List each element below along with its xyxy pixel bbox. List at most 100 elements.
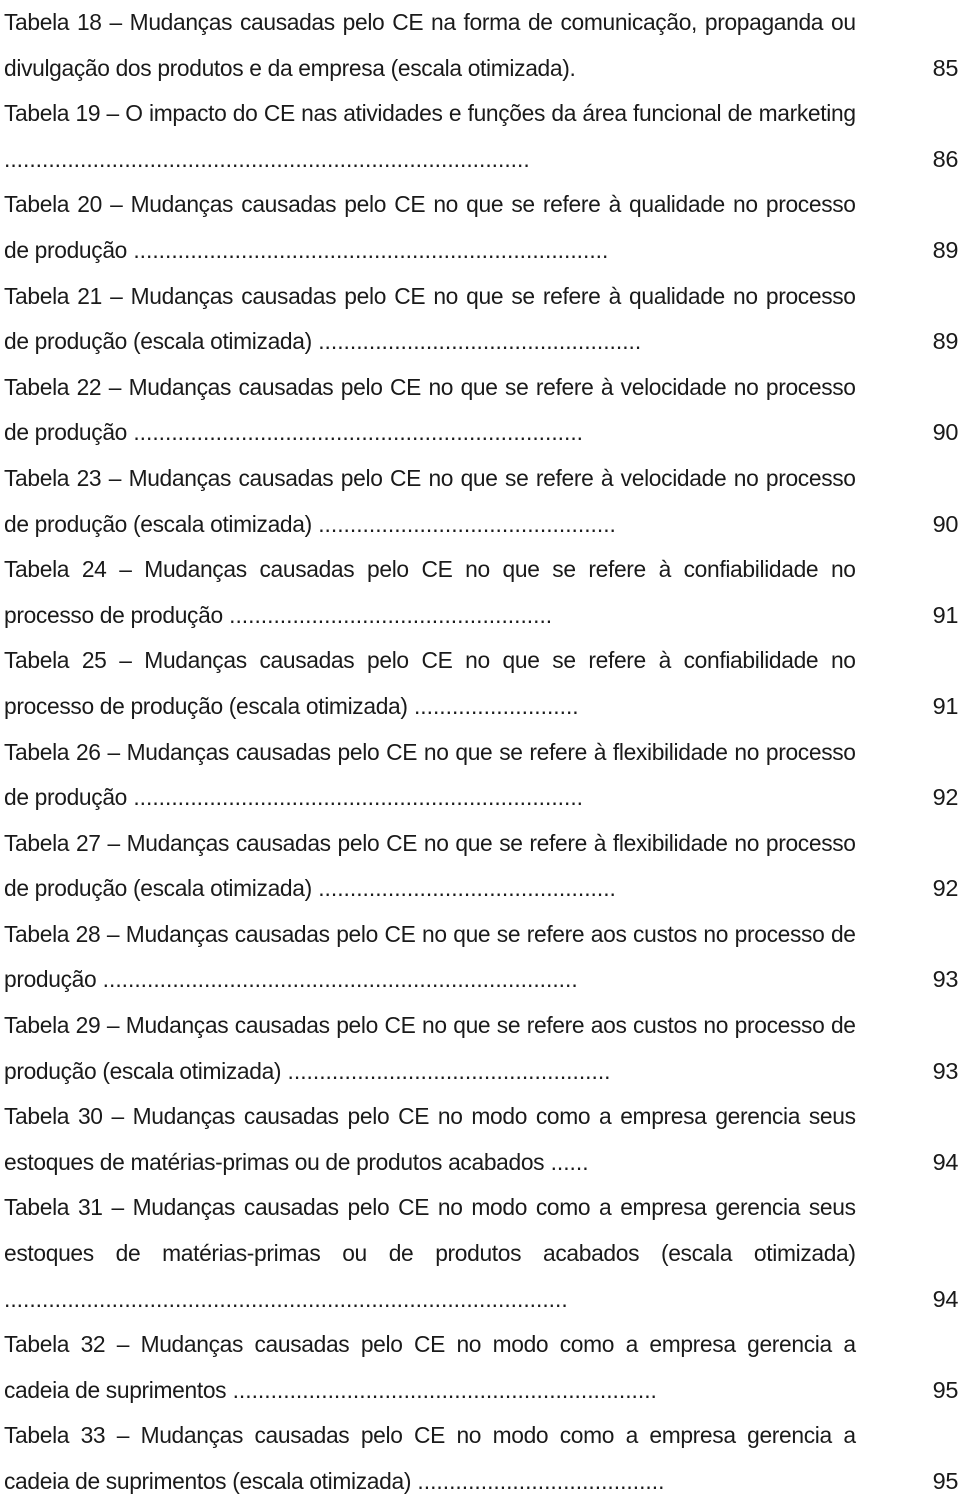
toc-entry-leader: ........................................… bbox=[4, 145, 530, 172]
page-number[interactable]: 94 bbox=[933, 1286, 959, 1312]
toc-entry-page-number[interactable]: 92 bbox=[933, 866, 959, 912]
toc-entry-dash: – bbox=[109, 9, 122, 35]
toc-entry-page-number[interactable]: 91 bbox=[933, 684, 959, 730]
toc-entry-leader: .......................... bbox=[407, 692, 579, 719]
toc-entry[interactable]: Tabela 31 – Mudanças causadas pelo CE no… bbox=[4, 1185, 958, 1322]
toc-entry-label: Tabela 31 bbox=[4, 1194, 103, 1221]
page-number[interactable]: 91 bbox=[933, 602, 959, 628]
toc-entry-dash: – bbox=[116, 1331, 130, 1358]
toc-entry[interactable]: Tabela 23 – Mudanças causadas pelo CE no… bbox=[4, 456, 958, 547]
toc-entry-dash: – bbox=[106, 920, 120, 947]
toc-entry-page-number[interactable]: 90 bbox=[933, 502, 959, 548]
toc-entry-page-number[interactable]: 95 bbox=[933, 1459, 959, 1505]
toc-entry-leader: ........................................… bbox=[311, 510, 616, 537]
toc-entry-label: Tabela 18 bbox=[4, 9, 102, 35]
page-number[interactable]: 90 bbox=[933, 511, 959, 537]
page-number[interactable]: 93 bbox=[933, 966, 959, 992]
page-number[interactable]: 89 bbox=[933, 237, 959, 263]
toc-entry[interactable]: Tabela 22 – Mudanças causadas pelo CE no… bbox=[4, 365, 958, 456]
toc-entry[interactable]: Tabela 21 – Mudanças causadas pelo CE no… bbox=[4, 274, 958, 365]
page-number[interactable]: 92 bbox=[933, 784, 959, 810]
toc-entry-dash: – bbox=[107, 738, 120, 765]
toc-entry-page-number[interactable]: 90 bbox=[933, 410, 959, 456]
toc-entry-leader: ........................................… bbox=[96, 966, 578, 993]
toc-entry[interactable]: Tabela 20 – Mudanças causadas pelo CE no… bbox=[4, 182, 958, 273]
toc-entry-text: Tabela 26 – Mudanças causadas pelo CE no… bbox=[4, 730, 856, 821]
toc-entry-page-number[interactable]: 95 bbox=[933, 1368, 959, 1414]
toc-entry-text: Tabela 19 – O impacto do CE nas atividad… bbox=[4, 91, 856, 182]
toc-entry-leader: ........................................… bbox=[226, 1376, 657, 1403]
toc-entry-label: Tabela 32 bbox=[4, 1331, 106, 1358]
toc-entry[interactable]: Tabela 24 – Mudanças causadas pelo CE no… bbox=[4, 547, 958, 638]
toc-entry-title: O impacto do CE nas atividades e funções… bbox=[125, 100, 856, 127]
toc-entry-page-number[interactable]: 85 bbox=[933, 46, 959, 92]
page-number[interactable]: 91 bbox=[933, 693, 959, 719]
toc-entry[interactable]: Tabela 33 – Mudanças causadas pelo CE no… bbox=[4, 1413, 958, 1504]
toc-entry-label: Tabela 23 bbox=[4, 464, 102, 491]
toc-entry-page-number[interactable]: 89 bbox=[933, 319, 959, 365]
toc-entry-page-number[interactable]: 94 bbox=[933, 1277, 959, 1323]
toc-entry-leader: ........................................… bbox=[127, 419, 583, 446]
toc-entry-leader: ........................................… bbox=[127, 236, 609, 263]
toc-entry-page-number[interactable]: 89 bbox=[933, 228, 959, 274]
page-number[interactable]: 93 bbox=[933, 1058, 959, 1084]
page-number[interactable]: 86 bbox=[933, 146, 959, 172]
toc-entry-dash: – bbox=[108, 373, 122, 400]
toc-entry[interactable]: Tabela 27 – Mudanças causadas pelo CE no… bbox=[4, 821, 958, 912]
toc-entry-dash: – bbox=[116, 1422, 130, 1449]
toc-entry[interactable]: Tabela 30 – Mudanças causadas pelo CE no… bbox=[4, 1094, 958, 1185]
toc-entry-text: Tabela 32 – Mudanças causadas pelo CE no… bbox=[4, 1322, 856, 1413]
toc-entry-dash: – bbox=[108, 464, 122, 491]
page-number[interactable]: 89 bbox=[933, 328, 959, 354]
toc-entry-dash: – bbox=[110, 282, 123, 309]
toc-entry-text: Tabela 28 – Mudanças causadas pelo CE no… bbox=[4, 912, 856, 1003]
toc-entry[interactable]: Tabela 32 – Mudanças causadas pelo CE no… bbox=[4, 1322, 958, 1413]
toc-entry-label: Tabela 27 bbox=[4, 829, 101, 856]
toc-entry-text: Tabela 24 – Mudanças causadas pelo CE no… bbox=[4, 547, 856, 638]
toc-entry-label: Tabela 24 bbox=[4, 556, 107, 583]
page-number[interactable]: 94 bbox=[933, 1149, 959, 1175]
toc-entry-page-number[interactable]: 93 bbox=[933, 1049, 959, 1095]
toc-entry[interactable]: Tabela 18 – Mudanças causadas pelo CE na… bbox=[4, 0, 958, 91]
toc-entry-label: Tabela 33 bbox=[4, 1422, 106, 1449]
toc-entry-leader: ........................................… bbox=[311, 875, 616, 902]
toc-entry-label: Tabela 26 bbox=[4, 738, 101, 765]
toc-entry-label: Tabela 19 bbox=[4, 100, 101, 127]
toc-entry-page-number[interactable]: 93 bbox=[933, 957, 959, 1003]
toc-entry-dash: – bbox=[119, 556, 132, 583]
toc-entry-leader: ........................................… bbox=[311, 328, 642, 355]
page-number[interactable]: 95 bbox=[933, 1377, 959, 1403]
toc-entry-text: Tabela 21 – Mudanças causadas pelo CE no… bbox=[4, 274, 856, 365]
toc-entry-page-number[interactable]: 92 bbox=[933, 775, 959, 821]
page-number[interactable]: 92 bbox=[933, 875, 959, 901]
toc-entry-leader: ........................................… bbox=[127, 784, 583, 811]
toc-entry[interactable]: Tabela 19 – O impacto do CE nas atividad… bbox=[4, 91, 958, 182]
page-number[interactable]: 90 bbox=[933, 419, 959, 445]
toc-entry[interactable]: Tabela 26 – Mudanças causadas pelo CE no… bbox=[4, 730, 958, 821]
toc-entry-page-number[interactable]: 86 bbox=[933, 137, 959, 183]
toc-entry[interactable]: Tabela 29 – Mudanças causadas pelo CE no… bbox=[4, 1003, 958, 1094]
toc-entry-text: Tabela 29 – Mudanças causadas pelo CE no… bbox=[4, 1003, 856, 1094]
toc-entry-text: Tabela 18 – Mudanças causadas pelo CE na… bbox=[4, 0, 856, 91]
toc-entry-text: Tabela 30 – Mudanças causadas pelo CE no… bbox=[4, 1094, 856, 1185]
toc-entry-page-number[interactable]: 91 bbox=[933, 593, 959, 639]
toc-entry-text: Tabela 31 – Mudanças causadas pelo CE no… bbox=[4, 1185, 856, 1322]
toc-entry-dash: – bbox=[119, 647, 132, 674]
toc-entry-label: Tabela 21 bbox=[4, 282, 102, 309]
toc-entry-leader: ........................................… bbox=[4, 1285, 568, 1312]
toc-entry-title: Mudanças causadas pelo CE na forma de co… bbox=[4, 9, 856, 81]
toc-entry-page-number[interactable]: 94 bbox=[933, 1140, 959, 1186]
toc-entry-label: Tabela 20 bbox=[4, 191, 102, 218]
toc-entry-text: Tabela 20 – Mudanças causadas pelo CE no… bbox=[4, 182, 856, 273]
toc-entry-label: Tabela 28 bbox=[4, 920, 101, 947]
toc-entry-text: Tabela 27 – Mudanças causadas pelo CE no… bbox=[4, 821, 856, 912]
toc-entry-label: Tabela 29 bbox=[4, 1012, 101, 1039]
toc-entry-text: Tabela 22 – Mudanças causadas pelo CE no… bbox=[4, 365, 856, 456]
toc-entry[interactable]: Tabela 28 – Mudanças causadas pelo CE no… bbox=[4, 912, 958, 1003]
toc-entry[interactable]: Tabela 25 – Mudanças causadas pelo CE no… bbox=[4, 638, 958, 729]
toc-entry-leader: ...... bbox=[544, 1148, 589, 1175]
toc-entry-leader: ........................................… bbox=[222, 601, 553, 628]
page-number[interactable]: 95 bbox=[933, 1468, 959, 1494]
list-of-tables: Tabela 18 – Mudanças causadas pelo CE na… bbox=[4, 0, 958, 1505]
page-number[interactable]: 85 bbox=[933, 55, 959, 81]
